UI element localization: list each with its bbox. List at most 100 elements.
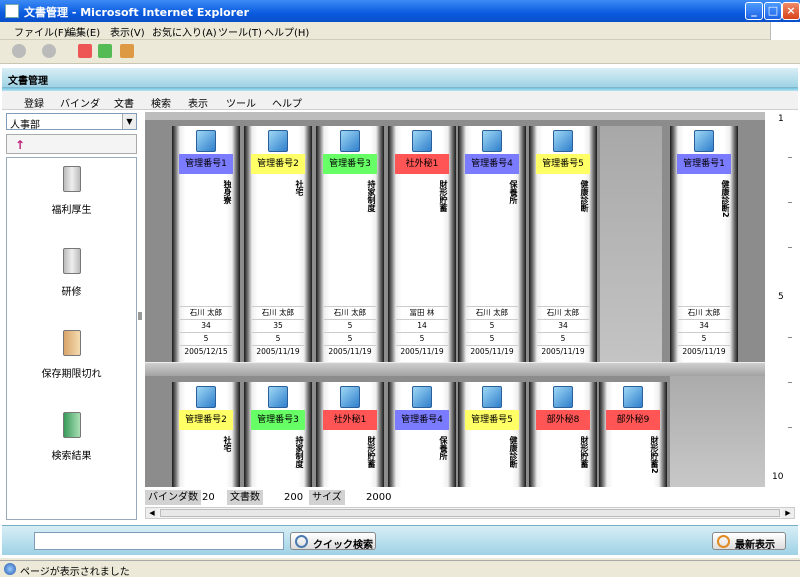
binder-owner: 冨田 林: [396, 306, 448, 319]
binder-title: 保養所: [439, 436, 448, 460]
binder[interactable]: 管理番号5 健康診断 石川 太郎 34 5 2005/11/19: [529, 126, 597, 362]
book-icon: [268, 386, 288, 408]
panel-splitter[interactable]: [138, 312, 142, 320]
binder-date: 2005/11/19: [537, 345, 589, 358]
home-icon[interactable]: [120, 44, 134, 58]
app-menu-binder[interactable]: バインダ: [60, 95, 100, 110]
vertical-ruler: 1 5 10: [768, 112, 798, 487]
up-folder-button[interactable]: ↑: [6, 134, 137, 154]
binder-title: 持家制度: [295, 436, 304, 468]
folder-item-search-results[interactable]: 検索結果: [7, 412, 136, 462]
binder[interactable]: 管理番号1 独身寮 石川 太郎 34 5 2005/12/15: [172, 126, 240, 362]
minimize-button[interactable]: _: [745, 2, 763, 20]
binder-title: 健康診断: [509, 436, 518, 468]
app-menu-tools[interactable]: ツール: [226, 95, 256, 110]
app-menu-document[interactable]: 文書: [114, 95, 134, 110]
up-arrow-icon: ↑: [15, 138, 26, 152]
maximize-button[interactable]: □: [764, 2, 782, 20]
menu-edit[interactable]: 編集(E): [66, 24, 100, 39]
binder[interactable]: 部外秘8 財形貯蓄: [529, 382, 597, 487]
binder-count-value: 20: [202, 492, 215, 503]
binder-n2: 5: [180, 332, 232, 345]
scroll-right-icon[interactable]: ▶: [782, 508, 794, 518]
shelf-top-edge: [145, 112, 765, 120]
menu-help[interactable]: ヘルプ(H): [264, 24, 309, 39]
binder-icon: [62, 166, 81, 192]
binder-n2: 5: [678, 332, 730, 345]
folder-item-training[interactable]: 研修: [7, 248, 136, 298]
binder-label: 管理番号5: [536, 154, 590, 174]
binder[interactable]: 管理番号3 持家制度 石川 太郎 5 5 2005/11/19: [316, 126, 384, 362]
bookshelf: 管理番号1 独身寮 石川 太郎 34 5 2005/12/15 管理番号2 社宅 石川 太郎 35…: [145, 112, 765, 487]
binder[interactable]: 管理番号4 保養所: [388, 382, 456, 487]
ruler-tick: [788, 202, 792, 203]
binder[interactable]: 社外秘1 財形貯蓄 冨田 林 14 5 2005/11/19: [388, 126, 456, 362]
binder[interactable]: 管理番号5 健康診断: [458, 382, 526, 487]
binder-title: 保養所: [509, 180, 518, 204]
binder-title: 財形貯蓄: [439, 180, 448, 212]
menu-favorites[interactable]: お気に入り(A): [152, 24, 217, 39]
search-icon: [295, 535, 308, 548]
doc-count-label: 文書数: [227, 490, 263, 505]
stats-bar: バインダ数 20 文書数 200 サイズ 2000: [145, 489, 765, 506]
binder[interactable]: 管理番号2 社宅: [172, 382, 240, 487]
refresh-icon[interactable]: [98, 44, 112, 58]
binder[interactable]: 管理番号4 保養所 石川 太郎 5 5 2005/11/19: [458, 126, 526, 362]
binder[interactable]: 部外秘9 財形貯蓄2: [599, 382, 667, 487]
ruler-tick: [788, 157, 792, 158]
binder[interactable]: 管理番号3 持家制度: [244, 382, 312, 487]
book-icon: [553, 386, 573, 408]
binder-label: 部外秘9: [606, 410, 660, 430]
page-icon: [4, 563, 16, 575]
folder-item-welfare[interactable]: 福利厚生: [7, 166, 136, 216]
book-icon: [482, 130, 502, 152]
department-select[interactable]: 人事部 ▼: [6, 113, 137, 131]
binder-label: 管理番号4: [395, 410, 449, 430]
search-result-icon: [62, 412, 81, 438]
binder-title: 財形貯蓄: [580, 436, 589, 468]
binder-title: 財形貯蓄: [367, 436, 376, 468]
binder[interactable]: 管理番号1 健康診断2 石川 太郎 34 5 2005/11/19: [670, 126, 738, 362]
binder-date: 2005/11/19: [396, 345, 448, 358]
binder-label: 管理番号4: [465, 154, 519, 174]
app-menu-register[interactable]: 登録: [24, 95, 44, 110]
refresh-label: 最新表示: [735, 540, 775, 551]
app-menu-view[interactable]: 表示: [188, 95, 208, 110]
quick-search-input[interactable]: [34, 532, 284, 550]
menu-view[interactable]: 表示(V): [110, 24, 145, 39]
scroll-left-icon[interactable]: ◀: [146, 508, 158, 518]
horizontal-scrollbar[interactable]: ◀ ▶: [145, 507, 795, 519]
binder-count-label: バインダ数: [145, 490, 201, 505]
shelf-empty-slot: [670, 364, 765, 487]
menu-tools[interactable]: ツール(T): [218, 24, 262, 39]
menu-file[interactable]: ファイル(F): [14, 24, 68, 39]
binder-n1: 5: [466, 319, 518, 332]
binder-n2: 5: [324, 332, 376, 345]
book-icon: [340, 130, 360, 152]
quick-search-button[interactable]: クイック検索: [290, 532, 376, 551]
window-title: 文書管理 - Microsoft Internet Explorer: [24, 6, 249, 19]
stop-icon[interactable]: [78, 44, 92, 58]
app-menu-help[interactable]: ヘルプ: [272, 95, 302, 110]
ruler-label-top: 1: [778, 114, 784, 124]
binder-n1: 5: [324, 319, 376, 332]
folder-item-expired[interactable]: 保存期限切れ: [7, 330, 136, 380]
forward-icon[interactable]: [42, 44, 56, 58]
app-menu-search[interactable]: 検索: [151, 95, 171, 110]
binder[interactable]: 管理番号2 社宅 石川 太郎 35 5 2005/11/19: [244, 126, 312, 362]
scroll-thumb[interactable]: [160, 509, 780, 517]
department-value: 人事部: [10, 120, 40, 131]
shelf-empty-slot: [600, 126, 662, 362]
binder-label: 部外秘8: [536, 410, 590, 430]
app-menu-bar: 登録 バインダ 文書 検索 表示 ツール ヘルプ: [2, 91, 798, 110]
app-header: 文書管理: [2, 68, 798, 88]
binder-title: 健康診断: [580, 180, 589, 212]
chevron-down-icon[interactable]: ▼: [122, 114, 136, 129]
refresh-button[interactable]: 最新表示: [712, 532, 786, 551]
binder[interactable]: 社外秘1 財形貯蓄: [316, 382, 384, 487]
close-button[interactable]: ×: [782, 2, 800, 20]
binder-label: 管理番号1: [677, 154, 731, 174]
binder-title: 社宅: [295, 180, 304, 196]
back-icon[interactable]: [12, 44, 26, 58]
binder-n2: 5: [466, 332, 518, 345]
